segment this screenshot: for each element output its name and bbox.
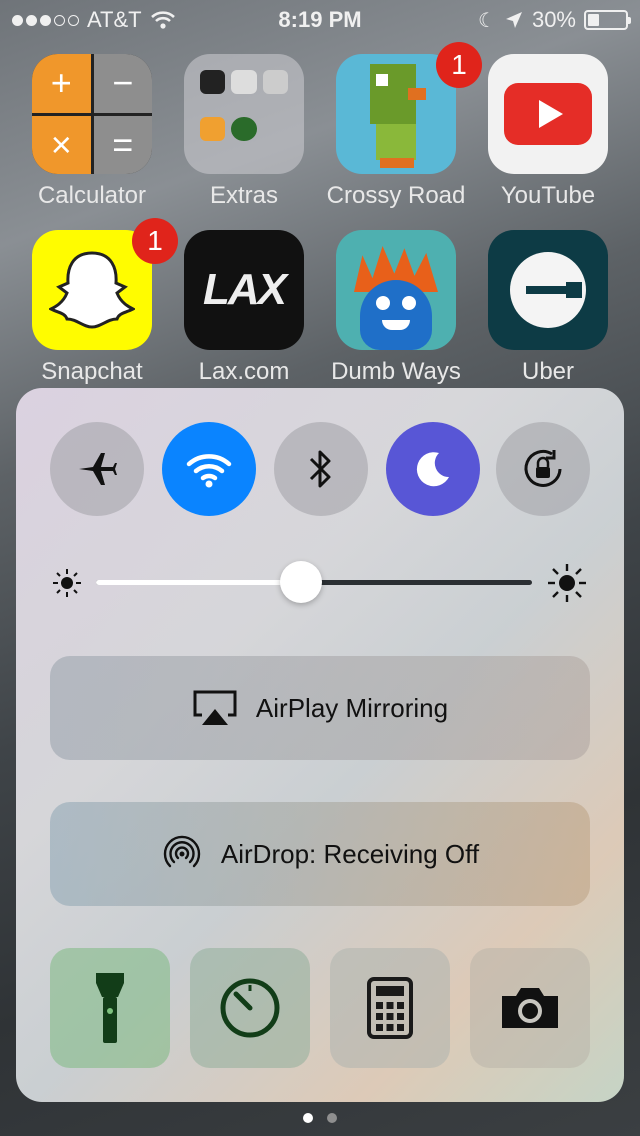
youtube-icon bbox=[488, 54, 608, 174]
bluetooth-icon bbox=[309, 450, 331, 488]
control-center: AirPlay Mirroring AirDrop: Receiving Off bbox=[16, 388, 624, 1102]
airplay-icon bbox=[193, 690, 237, 725]
app-dumb-ways[interactable]: Dumb Ways bbox=[320, 230, 472, 386]
page-dot-2[interactable] bbox=[327, 1113, 337, 1123]
status-right: ☾ 30% bbox=[478, 7, 631, 33]
airplay-mirroring-button[interactable]: AirPlay Mirroring bbox=[50, 656, 590, 760]
calculator-button[interactable] bbox=[330, 948, 450, 1068]
folder-icon bbox=[184, 54, 304, 174]
app-label: Lax.com bbox=[198, 358, 290, 385]
notification-badge: 1 bbox=[132, 218, 178, 264]
brightness-high-icon bbox=[548, 564, 586, 602]
airplane-icon bbox=[79, 453, 117, 485]
flashlight-icon bbox=[96, 973, 124, 1043]
battery-icon bbox=[584, 10, 631, 30]
moon-icon bbox=[416, 452, 449, 487]
flashlight-button[interactable] bbox=[50, 948, 170, 1068]
timer-button[interactable] bbox=[190, 948, 310, 1068]
app-crossy-road[interactable]: 1 Crossy Road bbox=[320, 42, 482, 210]
calc-equals: = bbox=[93, 115, 152, 174]
rotation-lock-icon bbox=[524, 449, 562, 487]
notification-badge: 1 bbox=[436, 42, 482, 88]
wifi-icon bbox=[186, 454, 232, 488]
camera-button[interactable] bbox=[470, 948, 590, 1068]
app-label: Crossy Road bbox=[326, 182, 466, 209]
wifi-toggle[interactable] bbox=[162, 422, 256, 516]
bluetooth-toggle[interactable] bbox=[274, 422, 368, 516]
carrier-label: AT&T bbox=[87, 7, 142, 32]
page-indicator[interactable] bbox=[0, 1113, 640, 1123]
status-left: AT&T bbox=[12, 7, 176, 33]
brightness-thumb[interactable] bbox=[279, 561, 322, 603]
airplane-mode-toggle[interactable] bbox=[50, 422, 144, 516]
airdrop-label: AirDrop: Receiving Off bbox=[220, 838, 480, 869]
app-label: Uber bbox=[521, 358, 575, 385]
wifi-status-icon bbox=[150, 11, 175, 29]
lax-logo-icon: LAX bbox=[184, 230, 304, 350]
app-label: Extras bbox=[209, 182, 278, 209]
uber-icon bbox=[488, 230, 608, 350]
camera-icon bbox=[502, 988, 558, 1028]
calculator-icon bbox=[367, 977, 413, 1039]
dumb-ways-icon bbox=[336, 230, 456, 350]
do-not-disturb-toggle[interactable] bbox=[386, 422, 480, 516]
moon-status-icon: ☾ bbox=[478, 9, 496, 32]
lax-logo-text: LAX bbox=[203, 265, 287, 314]
app-youtube[interactable]: YouTube bbox=[472, 54, 624, 210]
app-label: YouTube bbox=[500, 182, 596, 209]
airdrop-icon bbox=[163, 835, 201, 868]
page-dot-1[interactable] bbox=[303, 1113, 313, 1123]
signal-strength-icon bbox=[12, 14, 79, 26]
brightness-slider[interactable] bbox=[96, 561, 532, 603]
app-uber[interactable]: Uber bbox=[472, 230, 624, 386]
airplay-label: AirPlay Mirroring bbox=[255, 692, 449, 723]
app-lax[interactable]: LAX Lax.com bbox=[168, 230, 320, 386]
calc-plus: + bbox=[32, 54, 91, 113]
app-snapchat[interactable]: 1 Snapchat bbox=[16, 218, 178, 386]
calc-minus: − bbox=[93, 54, 152, 113]
brightness-low-icon bbox=[53, 569, 81, 597]
app-label: Snapchat bbox=[41, 358, 143, 385]
app-extras[interactable]: Extras bbox=[168, 54, 320, 210]
location-icon bbox=[505, 12, 522, 28]
app-calculator[interactable]: + − × = Calculator bbox=[16, 54, 168, 210]
app-label: Calculator bbox=[37, 182, 147, 209]
timer-icon bbox=[220, 978, 280, 1038]
airdrop-button[interactable]: AirDrop: Receiving Off bbox=[50, 802, 590, 906]
status-bar: AT&T 8:19 PM ☾ 30% bbox=[0, 0, 640, 40]
rotation-lock-toggle[interactable] bbox=[496, 422, 590, 516]
battery-percent: 30% bbox=[531, 7, 576, 32]
calc-times: × bbox=[32, 115, 91, 174]
brightness-fill bbox=[96, 580, 301, 585]
battery-level bbox=[588, 14, 599, 26]
calculator-app-icon: + − × = bbox=[32, 54, 152, 174]
app-label: Dumb Ways bbox=[331, 358, 461, 385]
